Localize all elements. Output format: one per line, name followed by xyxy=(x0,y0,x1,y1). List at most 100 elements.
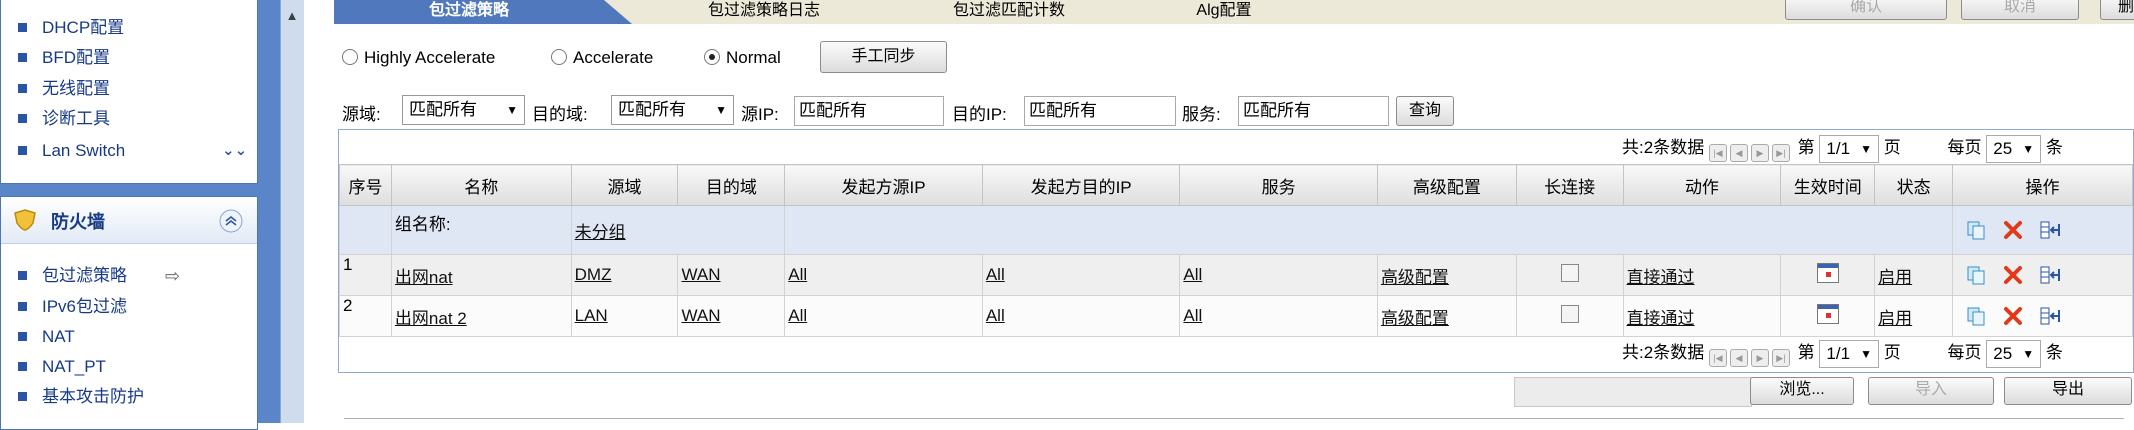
file-path-field[interactable] xyxy=(1514,377,1752,407)
src-zone-link[interactable]: DMZ xyxy=(575,265,612,284)
dst-zone-select[interactable]: 匹配所有 ▼ xyxy=(611,95,734,125)
sidebar-item-packet-filter[interactable]: 包过滤策略 xyxy=(18,263,127,289)
dst-ip-link[interactable]: All xyxy=(986,306,1005,325)
src-ip-link[interactable]: All xyxy=(788,306,807,325)
prev-page-icon[interactable]: ◀ xyxy=(1729,349,1748,367)
col-header[interactable]: 发起方源IP xyxy=(784,164,983,206)
dst-ip-input[interactable]: 匹配所有 xyxy=(1024,96,1176,126)
col-header[interactable]: 发起方目的IP xyxy=(981,164,1181,206)
calendar-icon[interactable] xyxy=(1816,303,1839,324)
dst-ip-link[interactable]: All xyxy=(986,265,1005,284)
copy-icon[interactable] xyxy=(1965,219,1987,241)
sidebar-panel-firewall: 防火墙 包过滤策略 ⇨ IPv6包过滤 NAT NAT_PT 基本攻击防护 xyxy=(0,196,258,430)
sidebar-item-attack-defense[interactable]: 基本攻击防护 xyxy=(18,384,144,410)
service-link[interactable]: All xyxy=(1183,306,1202,325)
radio-highly-accelerate[interactable]: Highly Accelerate xyxy=(342,45,495,71)
dst-zone-link[interactable]: WAN xyxy=(681,265,720,284)
browse-button[interactable]: 浏览... xyxy=(1750,377,1854,405)
long-connection-checkbox[interactable] xyxy=(1560,263,1579,282)
tab-alg-config[interactable]: Alg配置 xyxy=(1154,0,1294,24)
src-zone-link[interactable]: LAN xyxy=(575,306,608,325)
dst-zone-link[interactable]: WAN xyxy=(681,306,720,325)
confirm-button[interactable]: 确认 xyxy=(1785,0,1947,20)
delete-icon[interactable] xyxy=(2002,219,2024,241)
collapse-up-icon[interactable] xyxy=(219,209,243,233)
scroll-up-icon[interactable]: ▲ xyxy=(283,8,301,26)
sidebar-item-ipv6-filter[interactable]: IPv6包过滤 xyxy=(18,294,127,320)
col-header[interactable]: 服务 xyxy=(1179,164,1378,206)
manual-sync-button[interactable]: 手工同步 xyxy=(820,41,947,73)
per-page-select[interactable]: 25 ▼ xyxy=(1986,134,2042,163)
sidebar-item-nat-pt[interactable]: NAT_PT xyxy=(18,354,106,380)
table-row[interactable]: 2 出网nat 2 LAN WAN All All All 高级配置 直接通过 … xyxy=(339,295,2133,337)
export-button[interactable]: 导出 xyxy=(2004,377,2132,405)
sidebar-item-bfd[interactable]: BFD配置 xyxy=(18,45,110,71)
col-header[interactable]: 源域 xyxy=(570,164,679,206)
col-header[interactable]: 高级配置 xyxy=(1376,164,1517,206)
last-page-icon[interactable]: ▶| xyxy=(1771,349,1790,367)
sidebar-scrollbar[interactable]: ▲ xyxy=(280,0,305,423)
radio-accelerate[interactable]: Accelerate xyxy=(551,45,653,71)
import-button[interactable]: 导入 xyxy=(1868,377,1994,405)
action-link[interactable]: 直接通过 xyxy=(1627,309,1695,328)
insert-icon[interactable] xyxy=(2039,264,2061,286)
first-page-icon[interactable]: |◀ xyxy=(1708,144,1727,162)
radio-normal[interactable]: Normal xyxy=(704,45,781,71)
sidebar-item-diagnostics[interactable]: 诊断工具 xyxy=(18,106,110,132)
last-page-icon[interactable]: ▶| xyxy=(1771,144,1790,162)
advanced-config-link[interactable]: 高级配置 xyxy=(1381,268,1449,287)
delete-all-button[interactable]: 删除所有 xyxy=(2100,0,2134,20)
sidebar-item-nat[interactable]: NAT xyxy=(18,324,75,350)
per-page-select[interactable]: 25 ▼ xyxy=(1986,339,2042,368)
col-header[interactable]: 状态 xyxy=(1874,164,1954,206)
prev-page-icon[interactable]: ◀ xyxy=(1729,144,1748,162)
col-header[interactable]: 操作 xyxy=(1952,164,2133,206)
action-link[interactable]: 直接通过 xyxy=(1627,268,1695,287)
calendar-icon[interactable] xyxy=(1816,262,1839,283)
col-header[interactable]: 长连接 xyxy=(1515,164,1624,206)
status-link[interactable]: 启用 xyxy=(1878,268,1912,287)
src-ip-input[interactable]: 匹配所有 xyxy=(794,96,944,126)
insert-icon[interactable] xyxy=(2039,305,2061,327)
tab-packet-filter-policy[interactable]: 包过滤策略 xyxy=(334,0,604,24)
policy-name-link[interactable]: 出网nat 2 xyxy=(395,309,467,328)
col-header[interactable]: 名称 xyxy=(390,164,572,206)
policy-table: 序号 名称 源域 目的域 发起方源IP 发起方目的IP 服务 高级配置 长连接 … xyxy=(339,164,2133,337)
page-select[interactable]: 1/1 ▼ xyxy=(1819,339,1880,368)
firewall-panel-header[interactable]: 防火墙 xyxy=(1,197,257,244)
group-label: 组名称: xyxy=(390,205,572,255)
sidebar-item-dhcp[interactable]: DHCP配置 xyxy=(18,15,124,41)
insert-icon[interactable] xyxy=(2039,219,2061,241)
advanced-config-link[interactable]: 高级配置 xyxy=(1381,309,1449,328)
service-input[interactable]: 匹配所有 xyxy=(1238,96,1389,126)
delete-icon[interactable] xyxy=(2002,264,2024,286)
policy-name-link[interactable]: 出网nat xyxy=(395,268,453,287)
tab-match-count[interactable]: 包过滤匹配计数 xyxy=(894,0,1124,24)
src-zone-select[interactable]: 匹配所有 ▼ xyxy=(402,95,525,125)
tab-policy-log[interactable]: 包过滤策略日志 xyxy=(664,0,864,24)
group-name-link[interactable]: 未分组 xyxy=(575,223,626,242)
copy-icon[interactable] xyxy=(1965,305,1987,327)
page-select[interactable]: 1/1 ▼ xyxy=(1819,134,1880,163)
cancel-button[interactable]: 取消 xyxy=(1961,0,2079,20)
col-header[interactable]: 目的域 xyxy=(677,164,786,206)
delete-icon[interactable] xyxy=(2002,305,2024,327)
pager-bottom: 共:2条数据 |◀ ◀ ▶ ▶| 第 1/1 ▼ 页 每页 25 ▼ 条 xyxy=(1622,338,2063,368)
table-row[interactable]: 1 出网nat DMZ WAN All All All 高级配置 直接通过 启用 xyxy=(339,254,2133,296)
query-button[interactable]: 查询 xyxy=(1396,96,1454,126)
src-ip-link[interactable]: All xyxy=(788,265,807,284)
double-chevron-down-icon[interactable]: ⌄⌄ xyxy=(222,138,247,164)
next-page-icon[interactable]: ▶ xyxy=(1750,144,1769,162)
sidebar-item-wireless[interactable]: 无线配置 xyxy=(18,76,110,102)
col-header[interactable]: 序号 xyxy=(339,164,392,206)
status-link[interactable]: 启用 xyxy=(1878,309,1912,328)
col-header[interactable]: 生效时间 xyxy=(1780,164,1876,206)
col-header[interactable]: 动作 xyxy=(1622,164,1782,206)
next-page-icon[interactable]: ▶ xyxy=(1750,349,1769,367)
long-connection-checkbox[interactable] xyxy=(1560,304,1579,323)
copy-icon[interactable] xyxy=(1965,264,1987,286)
first-page-icon[interactable]: |◀ xyxy=(1708,349,1727,367)
radio-selected-icon xyxy=(704,49,720,65)
service-link[interactable]: All xyxy=(1183,265,1202,284)
sidebar-item-lan-switch[interactable]: Lan Switch xyxy=(18,138,125,164)
